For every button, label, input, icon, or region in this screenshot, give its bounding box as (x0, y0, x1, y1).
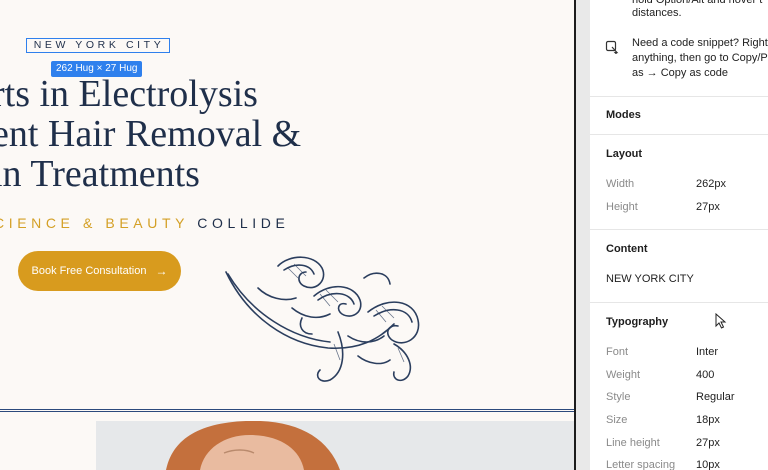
inspector-panel: hold Option/Alt and hover t distances. N… (590, 0, 768, 470)
selected-text-new-york-city[interactable]: NEW YORK CITY (26, 38, 170, 53)
typography-font-value[interactable]: Inter (696, 346, 718, 358)
hero-tagline: CIENCE & BEAUTY COLLIDE (0, 215, 289, 231)
section-divider (590, 229, 768, 230)
panel-resize-handle[interactable] (574, 0, 590, 470)
typography-font-label: Font (606, 346, 629, 358)
tip-text-line: as → Copy as code (632, 67, 728, 79)
layout-height-label: Height (606, 201, 638, 213)
layout-width-label: Width (606, 178, 635, 190)
section-content: Content (606, 243, 648, 255)
content-value[interactable]: NEW YORK CITY (606, 273, 694, 285)
book-consultation-button[interactable]: Book Free Consultation → (18, 251, 181, 291)
section-layout: Layout (606, 148, 643, 160)
typography-size-label: Size (606, 414, 628, 426)
section-typography: Typography (606, 316, 669, 328)
hero-headline: rts in Electrolysis ent Hair Removal & i… (0, 74, 301, 194)
tip-text-line: Need a code snippet? Right (632, 37, 768, 49)
typography-style-value[interactable]: Regular (696, 391, 735, 403)
design-canvas[interactable]: NEW YORK CITY 262 Hug × 27 Hug rts in El… (0, 0, 574, 470)
typography-size-value[interactable]: 18px (696, 414, 720, 426)
section-divider (590, 134, 768, 135)
section-divider (0, 409, 574, 412)
typography-letter-spacing-value[interactable]: 10px (696, 459, 720, 470)
layout-height-value[interactable]: 27px (696, 201, 720, 213)
typography-style-label: Style (606, 391, 631, 403)
cta-label: Book Free Consultation (31, 265, 147, 277)
section-divider (590, 302, 768, 303)
typography-line-height-label: Line height (606, 437, 660, 449)
code-snippet-icon (605, 40, 619, 54)
tagline-gold-part: CIENCE & BEAUTY (0, 215, 189, 231)
section-modes[interactable]: Modes (606, 109, 641, 121)
portrait-photo (96, 421, 574, 470)
layout-width-value[interactable]: 262px (696, 178, 726, 190)
arrow-right-icon: → (155, 264, 168, 278)
section-divider (590, 96, 768, 97)
headline-line-3: in Treatments (0, 153, 200, 195)
mouse-pointer-icon (715, 313, 727, 329)
headline-line-2: ent Hair Removal & (0, 113, 302, 155)
tip-text-line: anything, then go to Copy/P (632, 52, 768, 64)
typography-letter-spacing-label: Letter spacing (606, 459, 676, 470)
baroque-flourish-ornament (225, 256, 420, 382)
typography-line-height-value[interactable]: 27px (696, 437, 720, 449)
tip-text-line: distances. (632, 7, 682, 19)
tagline-navy-part: COLLIDE (197, 215, 290, 231)
headline-line-1: rts in Electrolysis (0, 73, 258, 115)
typography-weight-label: Weight (606, 369, 641, 381)
typography-weight-value[interactable]: 400 (696, 369, 714, 381)
